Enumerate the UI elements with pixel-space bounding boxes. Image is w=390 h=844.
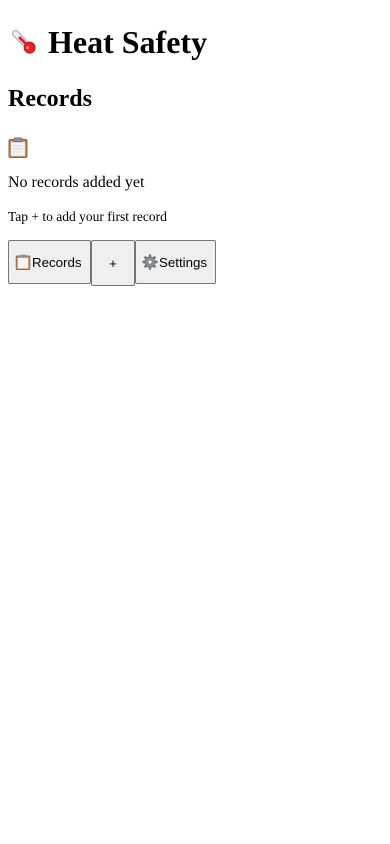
clipboard-icon: [15, 254, 31, 270]
clipboard-icon: [8, 137, 28, 158]
records-nav-label: Records: [32, 254, 82, 270]
app-title-text: Heat Safety: [48, 24, 208, 60]
settings-nav-button[interactable]: Settings: [135, 240, 216, 284]
add-record-label: +: [109, 255, 117, 271]
add-record-button[interactable]: +: [91, 240, 135, 286]
bottom-nav: Records + Settings: [8, 240, 216, 286]
thermometer-icon: [12, 30, 36, 54]
empty-state-hint: Tap + to add your first record: [8, 209, 167, 224]
app-title: Heat Safety: [8, 22, 207, 62]
empty-state-title: No records added yet: [8, 174, 145, 191]
records-nav-button[interactable]: Records: [8, 240, 91, 284]
settings-nav-label: Settings: [159, 254, 208, 270]
app-screen: Heat Safety Records No records added yet…: [0, 0, 390, 844]
records-section-title: Records: [8, 86, 92, 112]
gear-icon: [142, 254, 158, 270]
